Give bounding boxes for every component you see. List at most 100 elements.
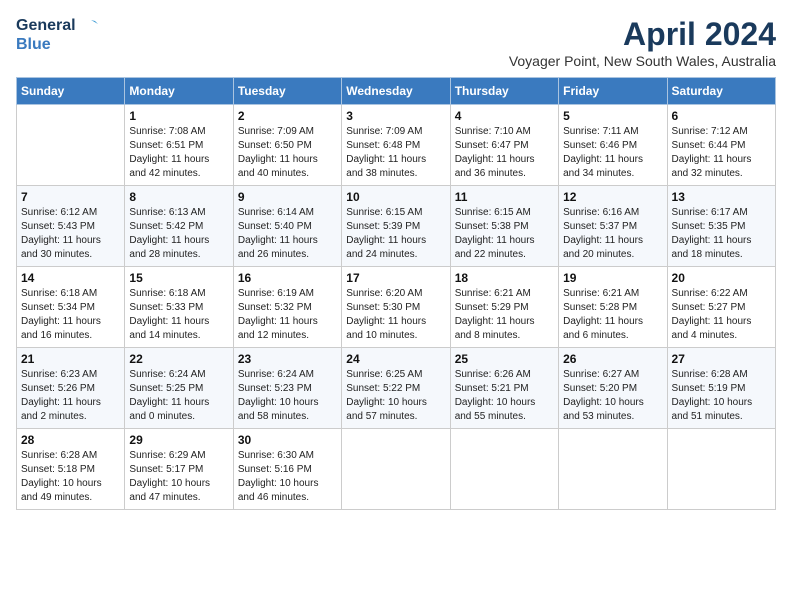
calendar-day-header: Friday: [559, 78, 667, 105]
calendar-week-row: 1 Sunrise: 7:08 AM Sunset: 6:51 PM Daylig…: [17, 105, 776, 186]
calendar-cell: [667, 429, 775, 510]
calendar-cell: 27 Sunrise: 6:28 AM Sunset: 5:19 PM Dayli…: [667, 348, 775, 429]
calendar-day-header: Thursday: [450, 78, 558, 105]
logo-blue: Blue: [16, 36, 51, 54]
calendar-cell: 19 Sunrise: 6:21 AM Sunset: 5:28 PM Dayli…: [559, 267, 667, 348]
calendar-cell: 8Sunrise: 6:13 AM Sunset: 5:42 PM Daylig…: [125, 186, 233, 267]
title-block: April 2024 Voyager Point, New South Wale…: [509, 16, 776, 69]
day-number: 27: [672, 352, 771, 366]
day-info: Sunrise: 6:12 AM Sunset: 5:43 PM Dayligh…: [21, 206, 120, 262]
calendar-cell: 17 Sunrise: 6:20 AM Sunset: 5:30 PM Dayli…: [342, 267, 450, 348]
month-title: April 2024: [509, 16, 776, 53]
day-info: Sunrise: 6:20 AM Sunset: 5:30 PM Dayligh…: [346, 287, 445, 343]
calendar-cell: 25Sunrise: 6:26 AM Sunset: 5:21 PM Dayli…: [450, 348, 558, 429]
calendar-cell: 10 Sunrise: 6:15 AM Sunset: 5:39 PM Dayli…: [342, 186, 450, 267]
calendar-cell: 21 Sunrise: 6:23 AM Sunset: 5:26 PM Dayli…: [17, 348, 125, 429]
day-info: Sunrise: 6:25 AM Sunset: 5:22 PM Dayligh…: [346, 368, 445, 424]
day-number: 10: [346, 190, 445, 204]
day-info: Sunrise: 6:24 AM Sunset: 5:23 PM Dayligh…: [238, 368, 337, 424]
day-number: 1: [129, 109, 228, 123]
day-number: 13: [672, 190, 771, 204]
calendar-header-row: SundayMondayTuesdayWednesdayThursdayFrid…: [17, 78, 776, 105]
calendar-day-header: Sunday: [17, 78, 125, 105]
logo-bird-icon: [78, 16, 98, 36]
day-info: Sunrise: 6:14 AM Sunset: 5:40 PM Dayligh…: [238, 206, 337, 262]
calendar-day-header: Tuesday: [233, 78, 341, 105]
day-info: Sunrise: 7:11 AM Sunset: 6:46 PM Dayligh…: [563, 125, 662, 181]
calendar-cell: 5 Sunrise: 7:11 AM Sunset: 6:46 PM Daylig…: [559, 105, 667, 186]
day-info: Sunrise: 7:10 AM Sunset: 6:47 PM Dayligh…: [455, 125, 554, 181]
calendar-cell: 9Sunrise: 6:14 AM Sunset: 5:40 PM Daylig…: [233, 186, 341, 267]
day-info: Sunrise: 6:24 AM Sunset: 5:25 PM Dayligh…: [129, 368, 228, 424]
calendar-cell: [17, 105, 125, 186]
day-info: Sunrise: 6:21 AM Sunset: 5:28 PM Dayligh…: [563, 287, 662, 343]
calendar-cell: 18Sunrise: 6:21 AM Sunset: 5:29 PM Dayli…: [450, 267, 558, 348]
calendar-cell: 30 Sunrise: 6:30 AM Sunset: 5:16 PM Dayli…: [233, 429, 341, 510]
day-number: 19: [563, 271, 662, 285]
calendar-cell: [450, 429, 558, 510]
calendar-cell: 2 Sunrise: 7:09 AM Sunset: 6:50 PM Daylig…: [233, 105, 341, 186]
day-number: 24: [346, 352, 445, 366]
day-info: Sunrise: 7:08 AM Sunset: 6:51 PM Dayligh…: [129, 125, 228, 181]
calendar-cell: 11Sunrise: 6:15 AM Sunset: 5:38 PM Dayli…: [450, 186, 558, 267]
calendar-week-row: 28 Sunrise: 6:28 AM Sunset: 5:18 PM Dayli…: [17, 429, 776, 510]
day-info: Sunrise: 6:30 AM Sunset: 5:16 PM Dayligh…: [238, 449, 337, 505]
day-info: Sunrise: 6:15 AM Sunset: 5:39 PM Dayligh…: [346, 206, 445, 262]
day-info: Sunrise: 6:27 AM Sunset: 5:20 PM Dayligh…: [563, 368, 662, 424]
day-number: 7: [21, 190, 120, 204]
day-info: Sunrise: 6:13 AM Sunset: 5:42 PM Dayligh…: [129, 206, 228, 262]
calendar-day-header: Monday: [125, 78, 233, 105]
logo-svg: General Blue: [16, 16, 98, 54]
day-number: 17: [346, 271, 445, 285]
logo: General Blue: [16, 16, 98, 54]
day-info: Sunrise: 6:15 AM Sunset: 5:38 PM Dayligh…: [455, 206, 554, 262]
day-number: 18: [455, 271, 554, 285]
day-number: 20: [672, 271, 771, 285]
day-number: 23: [238, 352, 337, 366]
day-number: 22: [129, 352, 228, 366]
calendar-week-row: 21 Sunrise: 6:23 AM Sunset: 5:26 PM Dayli…: [17, 348, 776, 429]
day-info: Sunrise: 7:09 AM Sunset: 6:50 PM Dayligh…: [238, 125, 337, 181]
logo-general: General: [16, 17, 76, 35]
calendar-cell: 1 Sunrise: 7:08 AM Sunset: 6:51 PM Daylig…: [125, 105, 233, 186]
day-info: Sunrise: 6:17 AM Sunset: 5:35 PM Dayligh…: [672, 206, 771, 262]
day-info: Sunrise: 6:23 AM Sunset: 5:26 PM Dayligh…: [21, 368, 120, 424]
location-subtitle: Voyager Point, New South Wales, Australi…: [509, 53, 776, 69]
calendar-cell: 12 Sunrise: 6:16 AM Sunset: 5:37 PM Dayli…: [559, 186, 667, 267]
day-number: 5: [563, 109, 662, 123]
day-number: 28: [21, 433, 120, 447]
day-info: Sunrise: 6:28 AM Sunset: 5:18 PM Dayligh…: [21, 449, 120, 505]
day-number: 14: [21, 271, 120, 285]
calendar-cell: [559, 429, 667, 510]
day-info: Sunrise: 6:18 AM Sunset: 5:34 PM Dayligh…: [21, 287, 120, 343]
page-header: General Blue April 2024 Voyager Point, N…: [16, 16, 776, 69]
calendar-week-row: 14 Sunrise: 6:18 AM Sunset: 5:34 PM Dayli…: [17, 267, 776, 348]
day-info: Sunrise: 6:29 AM Sunset: 5:17 PM Dayligh…: [129, 449, 228, 505]
calendar-cell: 26 Sunrise: 6:27 AM Sunset: 5:20 PM Dayli…: [559, 348, 667, 429]
calendar-cell: 6 Sunrise: 7:12 AM Sunset: 6:44 PM Daylig…: [667, 105, 775, 186]
calendar-cell: [342, 429, 450, 510]
day-number: 3: [346, 109, 445, 123]
calendar-cell: 16Sunrise: 6:19 AM Sunset: 5:32 PM Dayli…: [233, 267, 341, 348]
calendar-cell: 24 Sunrise: 6:25 AM Sunset: 5:22 PM Dayli…: [342, 348, 450, 429]
day-number: 26: [563, 352, 662, 366]
calendar-cell: 20Sunrise: 6:22 AM Sunset: 5:27 PM Dayli…: [667, 267, 775, 348]
calendar-cell: 29Sunrise: 6:29 AM Sunset: 5:17 PM Dayli…: [125, 429, 233, 510]
calendar-table: SundayMondayTuesdayWednesdayThursdayFrid…: [16, 77, 776, 510]
day-number: 12: [563, 190, 662, 204]
day-info: Sunrise: 6:28 AM Sunset: 5:19 PM Dayligh…: [672, 368, 771, 424]
calendar-week-row: 7 Sunrise: 6:12 AM Sunset: 5:43 PM Daylig…: [17, 186, 776, 267]
calendar-cell: 23 Sunrise: 6:24 AM Sunset: 5:23 PM Dayli…: [233, 348, 341, 429]
day-number: 21: [21, 352, 120, 366]
day-info: Sunrise: 6:16 AM Sunset: 5:37 PM Dayligh…: [563, 206, 662, 262]
day-number: 2: [238, 109, 337, 123]
calendar-cell: 7 Sunrise: 6:12 AM Sunset: 5:43 PM Daylig…: [17, 186, 125, 267]
day-info: Sunrise: 7:09 AM Sunset: 6:48 PM Dayligh…: [346, 125, 445, 181]
day-number: 6: [672, 109, 771, 123]
calendar-cell: 22 Sunrise: 6:24 AM Sunset: 5:25 PM Dayli…: [125, 348, 233, 429]
day-number: 15: [129, 271, 228, 285]
calendar-cell: 4Sunrise: 7:10 AM Sunset: 6:47 PM Daylig…: [450, 105, 558, 186]
day-info: Sunrise: 7:12 AM Sunset: 6:44 PM Dayligh…: [672, 125, 771, 181]
day-number: 30: [238, 433, 337, 447]
calendar-day-header: Wednesday: [342, 78, 450, 105]
